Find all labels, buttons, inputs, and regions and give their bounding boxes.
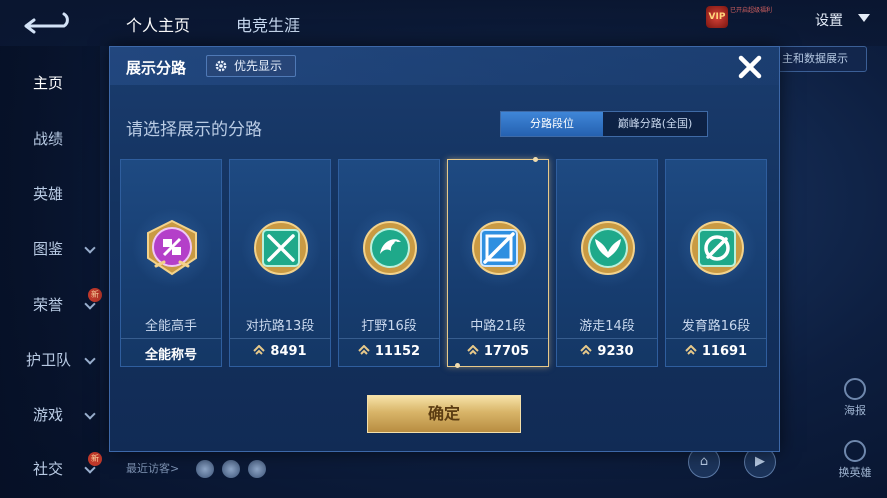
tab-profile[interactable]: 个人主页 — [126, 12, 190, 36]
back-arrow-icon — [24, 12, 69, 34]
card-divider — [339, 338, 439, 339]
confirm-button[interactable]: 确定 — [367, 395, 521, 433]
sidebar-item-social[interactable]: 社交 新 — [0, 452, 102, 484]
lane-value: 8491 — [270, 344, 307, 359]
chevron-down-icon — [84, 353, 96, 365]
jungle-emblem-icon — [363, 221, 417, 275]
sidebar-item-heroes[interactable]: 英雄 — [0, 179, 100, 209]
lane-value: 9230 — [597, 344, 634, 359]
close-icon — [738, 55, 762, 79]
points-icon — [467, 345, 479, 355]
poster-icon — [844, 378, 866, 400]
sidebar-item-codex[interactable]: 图鉴 — [0, 234, 100, 264]
mid-lane-emblem-icon — [472, 221, 526, 275]
card-divider — [666, 338, 766, 339]
card-divider — [230, 338, 330, 339]
settings-button[interactable]: 设置 — [815, 10, 843, 30]
sidebar-item-game[interactable]: 游戏 — [0, 400, 100, 430]
lane-name: 打野16段 — [361, 319, 417, 334]
sidebar-item-label: 英雄 — [33, 185, 64, 203]
sidebar-item-honor[interactable]: 荣誉 新 — [0, 288, 102, 320]
data-display-chip[interactable]: 主和数据展示 — [778, 46, 867, 72]
card-divider — [121, 338, 221, 339]
lane-score: 8491 — [230, 344, 330, 359]
clash-lane-emblem-icon — [254, 221, 308, 275]
lane-name: 对抗路13段 — [245, 319, 315, 334]
lane-score: 9230 — [557, 344, 657, 359]
lane-name: 全能高手 — [144, 319, 197, 334]
sidebar-item-label: 战绩 — [33, 130, 64, 148]
lane-card-jungle[interactable]: 打野16段 11152 — [338, 159, 440, 367]
lane-name: 中路21段 — [470, 319, 526, 334]
poster-label: 海报 — [844, 404, 866, 417]
modal-title: 展示分路 — [126, 59, 187, 77]
selection-corner — [455, 363, 460, 368]
sidebar-item-label: 社交 — [33, 460, 64, 478]
lane-card-mid-lane[interactable]: 中路21段 17705 — [447, 157, 549, 368]
toggle-peak-lane-national[interactable]: 巅峰分路(全国) — [603, 112, 707, 136]
display-lane-modal: 展示分路 优先显示 请选择展示的分路 分路段位 巅峰分路(全国) 全能高手 全能… — [109, 46, 780, 452]
sidebar-item-label: 荣誉 — [33, 296, 64, 314]
sidebar: 主页 战绩 英雄 图鉴 荣誉 新 护卫队 游戏 社交 新 — [0, 46, 102, 498]
avatar[interactable] — [196, 460, 214, 478]
close-button[interactable] — [734, 51, 766, 83]
lane-card-roam[interactable]: 游走14段 9230 — [556, 159, 658, 367]
back-button[interactable] — [22, 10, 74, 36]
vip-note: 已开启超级福利 — [730, 7, 773, 14]
swap-hero-button[interactable]: 换英雄 — [834, 440, 876, 480]
toggle-lane-rank[interactable]: 分路段位 — [501, 112, 603, 136]
sidebar-item-label: 护卫队 — [26, 351, 72, 369]
lane-score: 11152 — [339, 344, 439, 359]
priority-display-label: 优先显示 — [234, 59, 283, 73]
card-divider — [557, 338, 657, 339]
priority-display-button[interactable]: 优先显示 — [206, 55, 296, 77]
top-bar: 个人主页 电竞生涯 VIP 已开启超级福利 设置 — [0, 0, 887, 46]
card-divider — [448, 338, 548, 339]
lane-value: 11691 — [701, 344, 748, 359]
sidebar-item-home[interactable]: 主页 — [0, 68, 100, 98]
recent-visitors[interactable]: 最近访客> — [112, 458, 492, 480]
vip-badge[interactable]: VIP — [706, 6, 728, 28]
sidebar-item-label: 图鉴 — [33, 240, 64, 258]
avatar[interactable] — [222, 460, 240, 478]
chevron-down-icon — [84, 408, 96, 420]
lane-value: 11152 — [374, 344, 421, 359]
all-rounder-emblem-icon — [147, 219, 197, 276]
lane-mode-toggle: 分路段位 巅峰分路(全国) — [500, 111, 708, 137]
roam-emblem-icon — [581, 221, 635, 275]
sidebar-item-guard-team[interactable]: 护卫队 — [0, 345, 100, 375]
points-icon — [580, 345, 593, 355]
lane-value: 17705 — [483, 344, 530, 359]
points-icon — [253, 345, 266, 355]
tab-esports-career[interactable]: 电竞生涯 — [236, 12, 300, 36]
lane-score: 11691 — [666, 344, 766, 359]
swap-hero-label: 换英雄 — [838, 466, 872, 479]
swap-hero-icon — [844, 440, 866, 462]
lane-cards: 全能高手 全能称号 对抗路13段 8491 打野16段 11152 中路21段 … — [120, 157, 770, 369]
new-badge: 新 — [88, 452, 102, 466]
sidebar-item-label: 主页 — [33, 74, 64, 92]
gear-icon — [215, 60, 227, 72]
lane-card-all-rounder[interactable]: 全能高手 全能称号 — [120, 159, 222, 367]
sidebar-item-record[interactable]: 战绩 — [0, 124, 100, 154]
points-icon — [358, 345, 370, 355]
lane-card-clash-lane[interactable]: 对抗路13段 8491 — [229, 159, 331, 367]
lane-name: 游走14段 — [579, 319, 635, 334]
sidebar-item-label: 游戏 — [33, 406, 64, 424]
points-icon — [685, 345, 697, 355]
lane-value: 全能称号 — [144, 348, 197, 363]
chevron-down-icon[interactable] — [858, 14, 870, 22]
avatar[interactable] — [248, 460, 266, 478]
poster-button[interactable]: 海报 — [840, 378, 870, 418]
modal-subtitle: 请选择展示的分路 — [126, 120, 262, 140]
lane-card-farm-lane[interactable]: 发育路16段 11691 — [665, 159, 767, 367]
lane-name: 发育路16段 — [681, 319, 751, 334]
lane-score: 17705 — [448, 344, 548, 359]
selection-corner — [533, 157, 538, 162]
farm-lane-emblem-icon — [690, 221, 744, 275]
new-badge: 新 — [88, 288, 102, 302]
chevron-down-icon — [84, 242, 96, 254]
recent-visitors-label: 最近访客> — [126, 462, 180, 475]
